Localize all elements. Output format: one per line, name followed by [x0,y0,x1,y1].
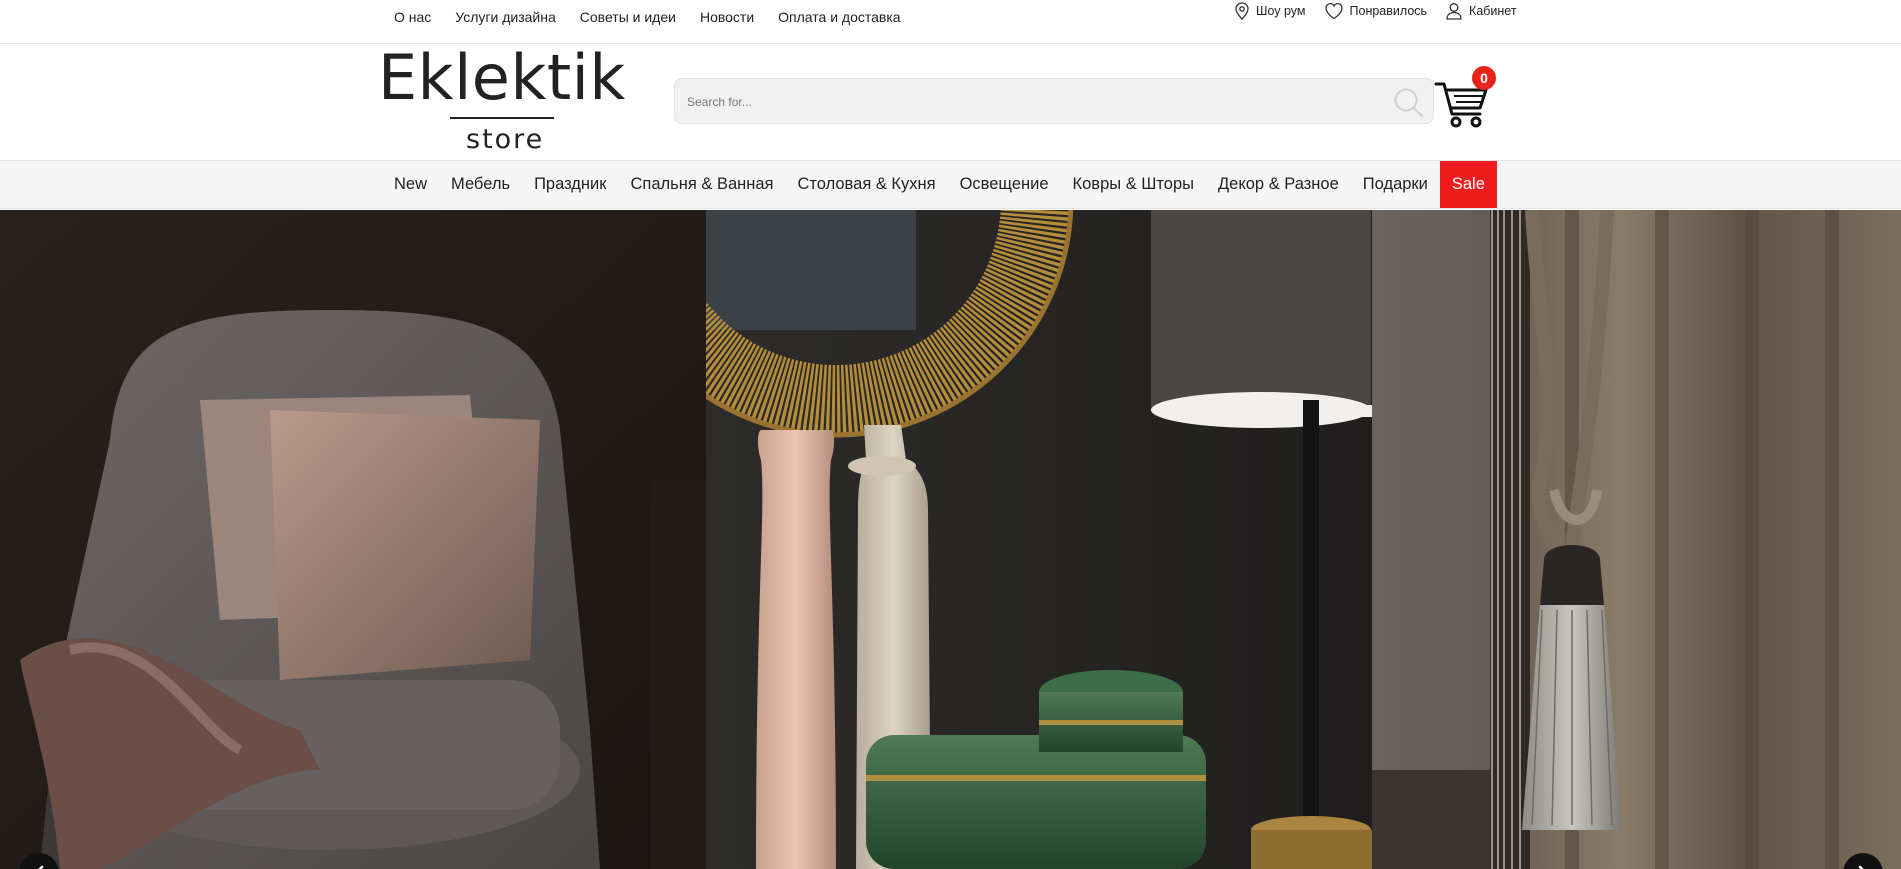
nav-about[interactable]: О нас [394,9,431,25]
search-button[interactable] [1391,85,1425,119]
user-icon [1446,3,1462,20]
search-icon [1394,88,1424,118]
logo-subtitle: store [466,124,545,155]
nav-news[interactable]: Новости [700,9,754,25]
chevron-right-icon [1858,865,1864,869]
slide-vases-lamp-image[interactable] [706,210,1372,869]
category-gifts[interactable]: Подарки [1351,161,1440,208]
category-furniture[interactable]: Мебель [439,161,522,208]
top-bar: О нас Услуги дизайна Советы и идеи Новос… [0,0,1901,44]
search-bar [674,78,1434,125]
cart-count-badge: 0 [1472,66,1496,90]
category-decor[interactable]: Декор & Разное [1206,161,1351,208]
logo-wordmark: Eklektik [378,41,626,114]
chevron-left-icon [38,865,44,869]
search-input[interactable] [685,79,1369,125]
showroom-link[interactable]: Шоу рум [1234,2,1306,20]
category-nav: New Мебель Праздник Спальня & Ванная Сто… [382,161,1497,208]
category-lighting[interactable]: Освещение [948,161,1061,208]
category-new[interactable]: New [382,161,439,208]
category-sale[interactable]: Sale [1439,161,1497,208]
heart-icon [1324,2,1343,20]
nav-payment-delivery[interactable]: Оплата и доставка [778,9,900,25]
nav-tips[interactable]: Советы и идеи [580,9,676,25]
showroom-label: Шоу рум [1256,4,1306,18]
map-pin-icon [1235,2,1249,20]
category-holiday[interactable]: Праздник [522,161,618,208]
cart-button[interactable]: 0 [1434,66,1498,128]
category-bar: New Мебель Праздник Спальня & Ванная Сто… [0,160,1901,209]
slide-curtain-image[interactable] [1372,210,1901,869]
hero-slider [0,210,1901,869]
curtain-tassel-photo-icon [1372,210,1901,869]
vases-lamp-photo-icon [706,210,1372,869]
utility-links: Шоу рум Понравилось Кабинет [1234,2,1517,20]
wishlist-link[interactable]: Понравилось [1324,2,1428,20]
account-label: Кабинет [1469,4,1517,18]
category-rugs-curtains[interactable]: Ковры & Шторы [1061,161,1206,208]
wishlist-label: Понравилось [1349,4,1428,18]
logo-divider [450,117,554,119]
category-bedroom-bath[interactable]: Спальня & Ванная [618,161,785,208]
slide-armchair-image[interactable] [0,210,706,869]
site-logo[interactable]: Eklektik store [378,44,632,156]
nav-design-services[interactable]: Услуги дизайна [455,9,555,25]
info-nav: О нас Услуги дизайна Советы и идеи Новос… [394,9,901,25]
category-dining-kitchen[interactable]: Столовая & Кухня [785,161,947,208]
armchair-photo-icon [0,210,706,869]
account-link[interactable]: Кабинет [1445,2,1517,20]
